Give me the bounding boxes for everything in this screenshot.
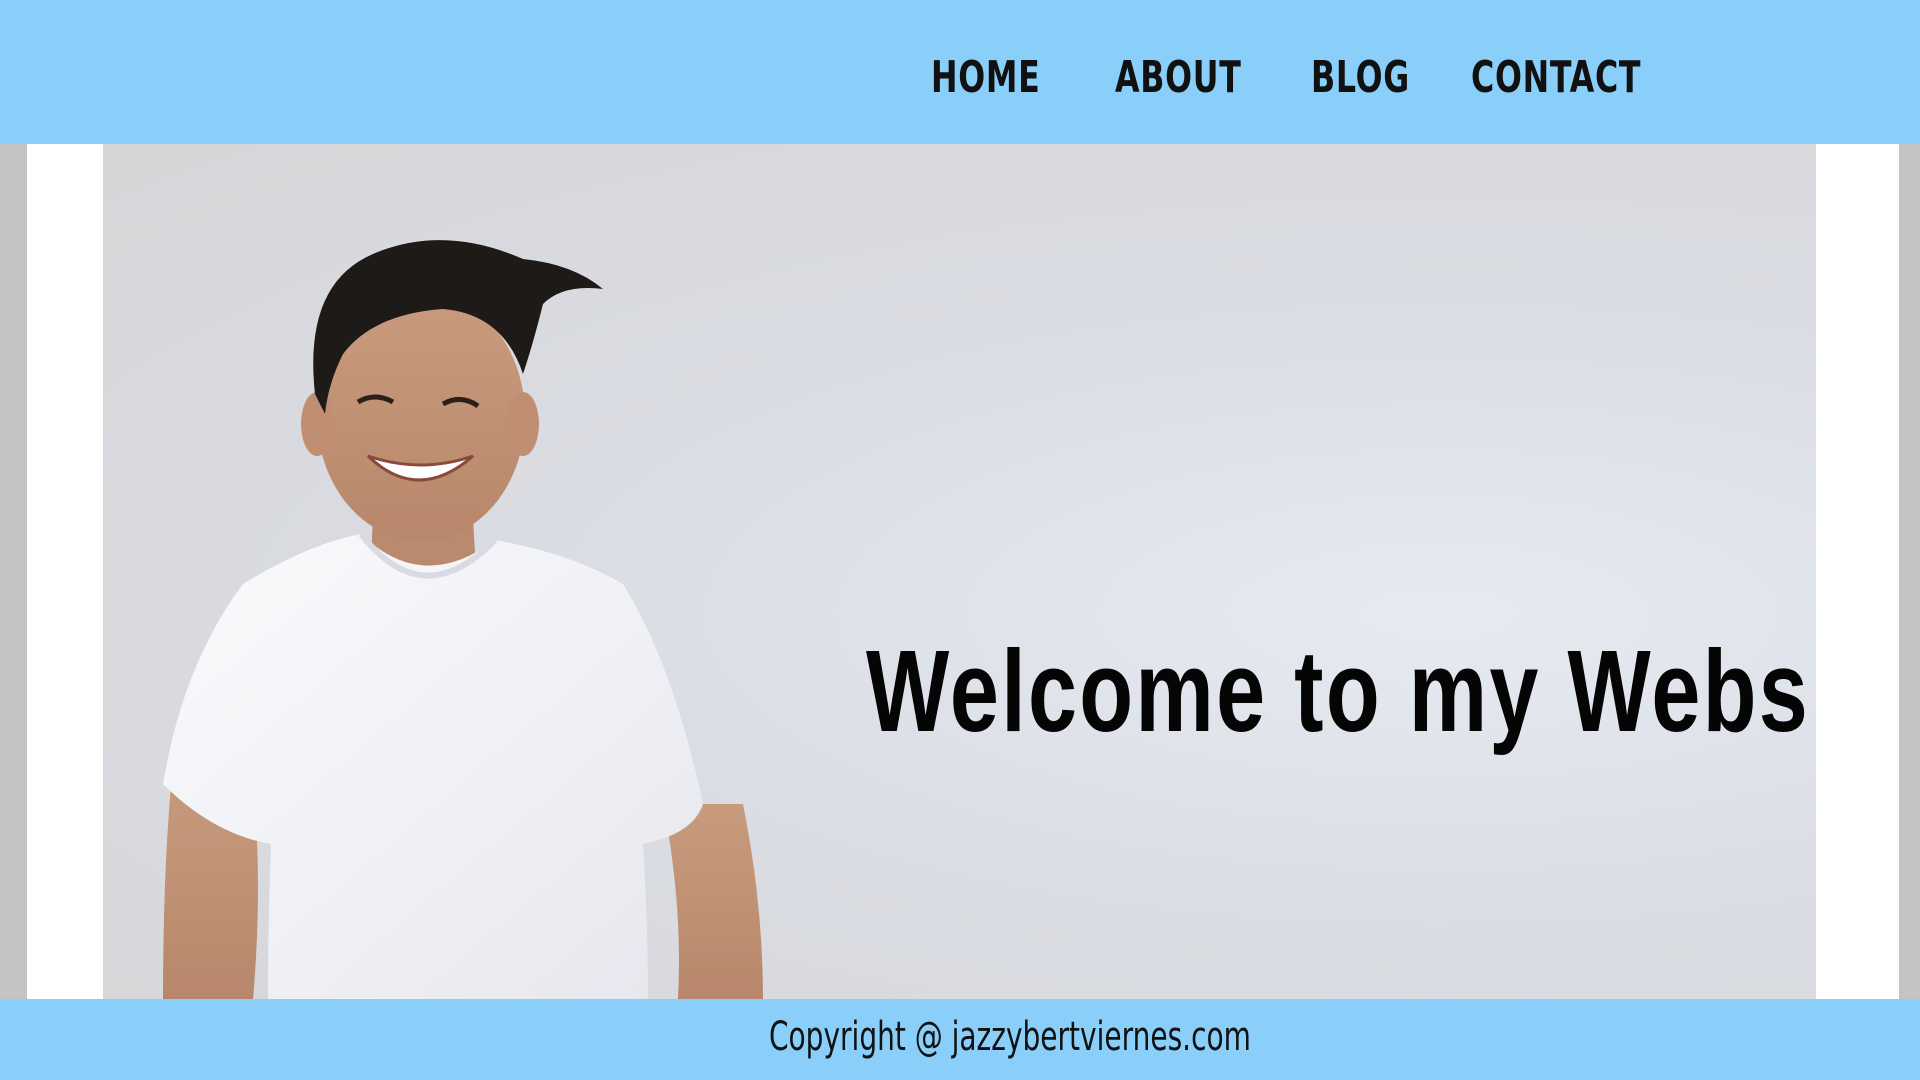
portrait-photo bbox=[163, 240, 763, 999]
nav-blog[interactable]: BLOG bbox=[1311, 52, 1410, 103]
nav-contact[interactable]: CONTACT bbox=[1471, 52, 1641, 103]
hero-title: Welcome to my Website bbox=[866, 626, 1816, 756]
nav-home[interactable]: HOME bbox=[931, 52, 1040, 103]
nav-about[interactable]: ABOUT bbox=[1115, 52, 1242, 103]
copyright-text: Copyright @ jazzybertviernes.com bbox=[769, 1014, 1251, 1060]
hero-banner: Welcome to my Website bbox=[103, 144, 1816, 999]
page: HOME ABOUT BLOG CONTACT Welcome to my We… bbox=[0, 0, 1920, 1080]
header-bar: HOME ABOUT BLOG CONTACT bbox=[0, 0, 1920, 144]
footer-bar: Copyright @ jazzybertviernes.com bbox=[0, 999, 1920, 1080]
